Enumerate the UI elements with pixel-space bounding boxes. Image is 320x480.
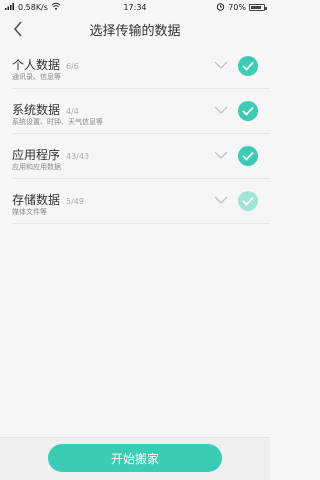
status-left: 0.58K/s (5, 2, 61, 12)
start-migration-button[interactable]: 开始搬家 (48, 444, 222, 472)
chevron-down-icon[interactable] (214, 105, 228, 115)
status-right: 70% (216, 2, 267, 13)
check-icon (242, 196, 254, 206)
status-bar: 0.58K/s 17:34 70% (0, 0, 270, 14)
item-title: 个人数据 (12, 58, 61, 72)
item-count: 4/4 (66, 107, 79, 116)
data-category-list: 个人数据 6/6 通讯录、信息等 系统数据 4/4 系统设置、时钟、天气信息等 应用… (0, 44, 270, 224)
item-count: 6/6 (66, 62, 79, 71)
bottom-bar: 开始搬家 (0, 437, 270, 480)
wifi-icon (51, 2, 61, 12)
check-icon (242, 151, 254, 161)
network-speed: 0.58K/s (18, 2, 48, 12)
item-subtitle: 系统设置、时钟、天气信息等 (12, 118, 103, 126)
back-button[interactable] (8, 17, 28, 41)
list-item-system-data[interactable]: 系统数据 4/4 系统设置、时钟、天气信息等 (12, 89, 270, 134)
check-icon (242, 106, 254, 116)
back-arrow-icon (13, 21, 22, 37)
list-item-storage-data[interactable]: 存储数据 5/49 媒体文件等 (12, 179, 270, 224)
item-subtitle: 应用和应用数据 (12, 163, 61, 171)
list-item-personal-data[interactable]: 个人数据 6/6 通讯录、信息等 (12, 44, 270, 89)
battery-percent: 70% (228, 2, 246, 12)
checkbox-checked[interactable] (238, 146, 258, 166)
item-count: 5/49 (66, 197, 84, 206)
check-icon (242, 61, 254, 71)
checkbox-checked[interactable] (238, 56, 258, 76)
item-title: 系统数据 (12, 103, 61, 117)
item-title: 存储数据 (12, 193, 61, 207)
chevron-down-icon[interactable] (214, 150, 228, 160)
checkbox-checked[interactable] (238, 101, 258, 121)
alarm-icon (216, 2, 225, 13)
checkbox-partial[interactable] (238, 191, 258, 211)
battery-icon (249, 3, 267, 11)
list-item-applications[interactable]: 应用程序 43/43 应用和应用数据 (12, 134, 270, 179)
item-subtitle: 通讯录、信息等 (12, 73, 61, 81)
chevron-down-icon[interactable] (214, 60, 228, 70)
item-subtitle: 媒体文件等 (12, 208, 47, 216)
item-count: 43/43 (66, 152, 90, 161)
signal-icon (5, 2, 15, 12)
header: 选择传输的数据 (0, 14, 270, 44)
item-title: 应用程序 (12, 148, 61, 162)
chevron-down-icon[interactable] (214, 195, 228, 205)
page-title: 选择传输的数据 (89, 23, 181, 39)
